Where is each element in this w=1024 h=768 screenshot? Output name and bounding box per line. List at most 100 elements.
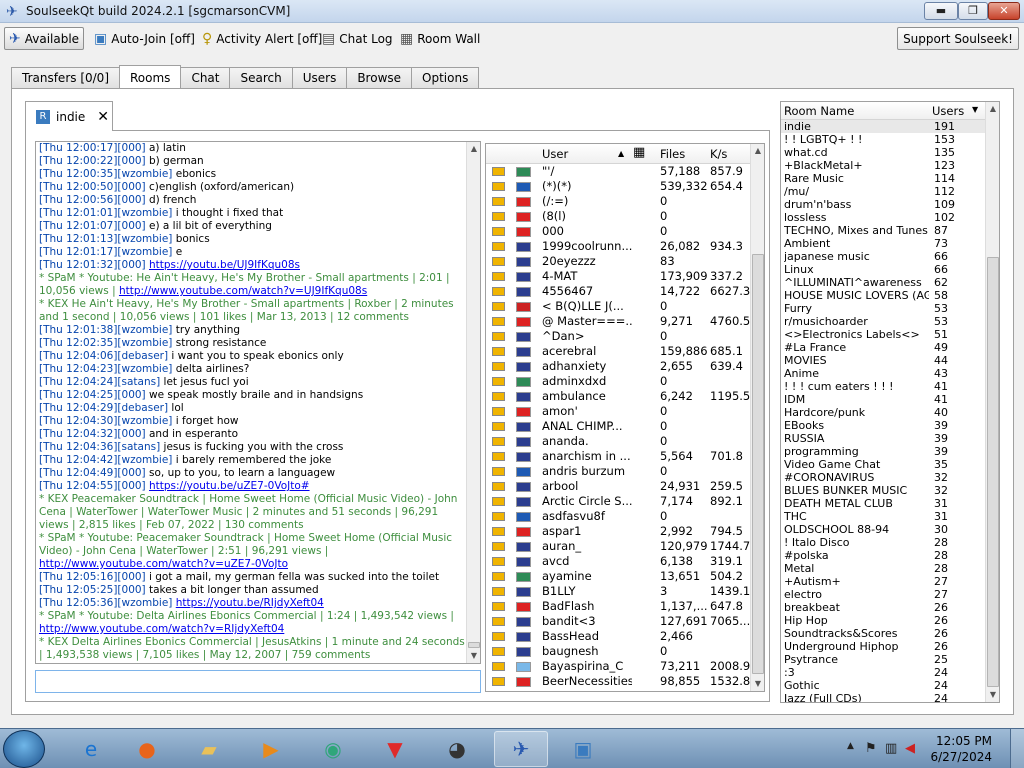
chat-username[interactable]: [000] [117, 428, 145, 440]
user-row[interactable]: adhanxiety 2,655 639.4 [486, 359, 750, 374]
user-row[interactable]: 4-MAT 173,909 337.2 [486, 269, 750, 284]
chat-username[interactable]: [satans] [117, 441, 160, 453]
show-desktop-button[interactable] [1010, 729, 1024, 768]
room-row[interactable]: DEATH METAL CLUB 31 [781, 497, 986, 510]
rooms-scrollbar[interactable]: ▲ ▼ [985, 102, 999, 702]
user-row[interactable]: bandit<3 127,691 7065.... [486, 614, 754, 629]
chat-link[interactable]: https://youtu.be/uZE7-0VoJto# [149, 480, 310, 492]
room-row[interactable]: breakbeat 26 [781, 601, 986, 614]
room-row[interactable]: #polska 28 [781, 549, 986, 562]
room-row[interactable]: EBooks 39 [781, 419, 986, 432]
chat-username[interactable]: [000] [117, 389, 145, 401]
user-row[interactable]: aspar1 2,992 794.5 [486, 524, 750, 539]
chat-username[interactable]: [wzombie] [117, 454, 172, 466]
speed-column-header[interactable]: K/s [710, 147, 727, 161]
chat-username[interactable]: [wzombie] [117, 233, 172, 245]
room-row[interactable]: TECHNO, Mixes and Tunes 87 [781, 224, 986, 237]
room-row[interactable]: Metal 28 [781, 562, 986, 575]
window-preview-icon[interactable]: ▣ [556, 731, 610, 767]
scroll-thumb[interactable] [752, 254, 764, 674]
room-row[interactable]: #CORONAVIRUS 32 [781, 471, 986, 484]
user-row[interactable]: anarchism in ... 5,564 701.8 [486, 449, 750, 464]
room-row[interactable]: ^ILLUMINATI^awareness 62 [781, 276, 986, 289]
room-row[interactable]: ! ! ! cum eaters ! ! ! 41 [781, 380, 986, 393]
room-row[interactable]: what.cd 135 [781, 146, 986, 159]
room-row[interactable]: Rare Music 114 [781, 172, 986, 185]
close-button[interactable]: ✕ [988, 2, 1020, 20]
room-row[interactable]: <>Electronics Labels<> 51 [781, 328, 986, 341]
chat-log-button[interactable]: ▤ Chat Log [318, 27, 397, 50]
chat-username[interactable]: [wzombie] [117, 168, 172, 180]
activity-alert-button[interactable]: ♀ Activity Alert [off] [198, 27, 326, 50]
chat-link[interactable]: https://youtu.be/UJ9IfKqu08s [149, 259, 300, 271]
room-wall-button[interactable]: ▦ Room Wall [396, 27, 484, 50]
volume-muted-icon[interactable]: ◀ [905, 741, 915, 756]
user-row[interactable]: (8(l) 0 [486, 209, 750, 224]
scroll-down-icon[interactable]: ▼ [751, 677, 764, 691]
room-row[interactable]: indie 191 [781, 120, 986, 133]
clock-date[interactable]: 6/27/2024 [930, 750, 992, 764]
files-column-header[interactable]: Files [660, 147, 685, 161]
minimize-button[interactable]: ▬ [924, 2, 958, 20]
chat-link[interactable]: https://youtu.be/RIjdyXeft04 [176, 597, 324, 609]
room-row[interactable]: japanese music 66 [781, 250, 986, 263]
user-row[interactable]: 4556467 14,722 6627.3 [486, 284, 750, 299]
room-row[interactable]: Linux 66 [781, 263, 986, 276]
chat-username[interactable]: [wzombie] [117, 337, 172, 349]
tab-users[interactable]: Users [291, 67, 348, 89]
scroll-down-icon[interactable]: ▼ [467, 649, 480, 663]
chat-username[interactable]: [000] [117, 194, 145, 206]
room-row[interactable]: +Autism+ 27 [781, 575, 986, 588]
room-row[interactable]: Anime 43 [781, 367, 986, 380]
chat-link[interactable]: http://www.youtube.com/watch?v=uZE7-0VoJ… [39, 558, 288, 570]
room-row[interactable]: Hardcore/punk 40 [781, 406, 986, 419]
tab-transfers[interactable]: Transfers [0/0] [11, 67, 120, 89]
user-row[interactable]: (/:=) 0 [486, 194, 750, 209]
chat-link[interactable]: http://www.youtube.com/watch?v=RIjdyXeft… [39, 623, 284, 635]
chat-username[interactable]: [wzombie] [117, 415, 172, 427]
room-row[interactable]: ! ! LGBTQ+ ! ! 153 [781, 133, 986, 146]
user-row[interactable]: "'/ 57,188 857.9 [486, 164, 750, 179]
room-row[interactable]: THC 31 [781, 510, 986, 523]
chat-username[interactable]: [000] [117, 467, 145, 479]
tab-chat[interactable]: Chat [180, 67, 231, 89]
users-scrollbar[interactable]: ▲ ▼ [750, 144, 764, 691]
chat-input[interactable] [35, 670, 481, 693]
bird-app-icon[interactable]: ◕ [430, 731, 484, 767]
user-row[interactable]: andris burzum 0 [486, 464, 750, 479]
room-row[interactable]: lossless 102 [781, 211, 986, 224]
user-row[interactable]: ayamine 13,651 504.2 [486, 569, 750, 584]
vivaldi-icon[interactable]: ▼ [368, 731, 422, 767]
user-row[interactable]: ^Dan> 0 [486, 329, 750, 344]
room-row[interactable]: Soundtracks&Scores 26 [781, 627, 986, 640]
room-row[interactable]: IDM 41 [781, 393, 986, 406]
user-row[interactable]: avcd 6,138 319.1 [486, 554, 750, 569]
chat-log[interactable]: [Thu 12:00:17][000] a) latin [Thu 12:00:2… [35, 141, 481, 664]
start-button[interactable] [3, 730, 45, 768]
user-row[interactable]: B1LLY 3 1439.1 [486, 584, 750, 599]
user-row[interactable]: amon' 0 [486, 404, 750, 419]
chat-username[interactable]: [000] [117, 584, 145, 596]
user-row[interactable]: BadFlash 1,137,... 647.8 [486, 599, 750, 614]
chat-link[interactable]: http://www.youtube.com/watch?v=UJ9IfKqu0… [119, 285, 367, 297]
user-column-header[interactable]: User [542, 147, 568, 161]
chat-username[interactable]: [000] [117, 142, 145, 154]
chat-username[interactable]: [000] [117, 155, 145, 167]
user-row[interactable]: BassHead 2,466 [486, 629, 750, 644]
soulseek-taskbar-icon[interactable]: ✈ [494, 731, 548, 767]
network-icon[interactable]: ▥ [885, 741, 897, 756]
chat-username[interactable]: [000] [117, 220, 145, 232]
auto-join-button[interactable]: ▣ Auto-Join [off] [90, 27, 199, 50]
file-explorer-icon[interactable]: ▰ [182, 731, 236, 767]
chat-scrollbar[interactable]: ▲ ▼ [466, 142, 480, 663]
close-room-icon[interactable]: ✕ [97, 109, 109, 125]
tray-expand-icon[interactable]: ▲ [847, 741, 854, 751]
room-row[interactable]: #La France 49 [781, 341, 986, 354]
room-name-column-header[interactable]: Room Name [784, 104, 854, 118]
room-row[interactable]: Underground Hiphop 26 [781, 640, 986, 653]
chat-username[interactable]: [000] [117, 571, 145, 583]
user-row[interactable]: 1999coolrunn... 26,082 934.3 [486, 239, 750, 254]
user-row[interactable]: auran_ 120,979 1744.7 [486, 539, 750, 554]
room-row[interactable]: /mu/112 [781, 185, 986, 198]
chat-username[interactable]: [satans] [117, 376, 160, 388]
